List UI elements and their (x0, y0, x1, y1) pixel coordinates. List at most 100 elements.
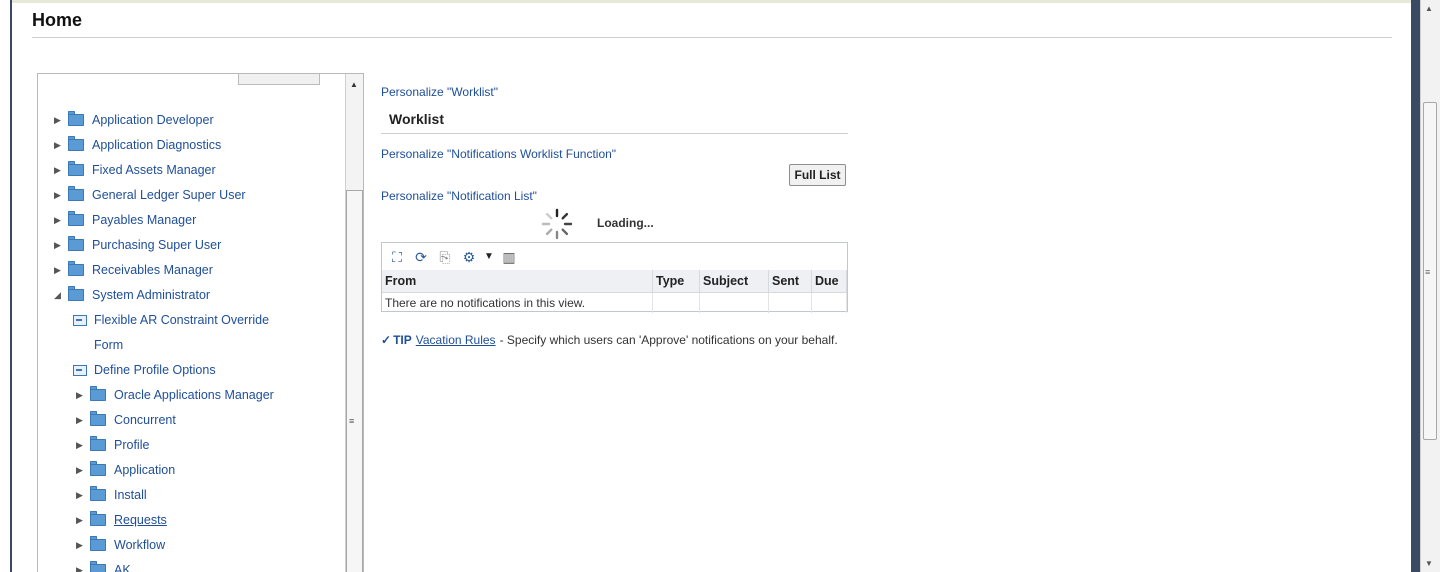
expand-caret-icon[interactable]: ▶ (76, 540, 90, 551)
function-icon (73, 314, 87, 326)
tree-item-requests[interactable]: ▶ Requests (76, 509, 167, 531)
tree-item-ak[interactable]: ▶ AK (76, 559, 131, 572)
window-right-border (1411, 0, 1420, 572)
expand-caret-icon[interactable]: ▶ (54, 190, 68, 201)
tree-item-label[interactable]: Workflow (114, 538, 165, 552)
vacation-rules-link[interactable]: Vacation Rules (416, 333, 496, 347)
tip-label: TIP (393, 333, 412, 347)
dropdown-icon[interactable]: ▼ (484, 248, 494, 266)
tree-item-label[interactable]: Oracle Applications Manager (114, 388, 274, 402)
folder-icon (90, 461, 106, 476)
expand-caret-icon[interactable]: ▶ (54, 140, 68, 151)
empty-cell (811, 292, 847, 313)
expand-caret-icon[interactable]: ▶ (54, 265, 68, 276)
tree-item-label[interactable]: Application Developer (92, 113, 214, 127)
expand-caret-icon[interactable]: ▶ (76, 465, 90, 476)
expand-caret-icon[interactable]: ▶ (54, 165, 68, 176)
tree-item-flexible-ar-constraint-override[interactable]: Flexible AR Constraint Override (73, 309, 269, 331)
expand-caret-icon[interactable]: ▶ (76, 390, 90, 401)
refresh-icon[interactable]: ⟳ (412, 248, 430, 266)
personalize-worklist-link[interactable]: Personalize "Worklist" (381, 85, 498, 99)
tree-item-payables-manager[interactable]: ▶ Payables Manager (54, 209, 196, 231)
title-divider (32, 37, 1392, 38)
expand-caret-icon[interactable]: ▶ (76, 440, 90, 451)
tree-item-label[interactable]: Install (114, 488, 147, 502)
expand-caret-icon[interactable]: ▶ (76, 515, 90, 526)
expand-caret-icon[interactable]: ▶ (76, 490, 90, 501)
collapse-caret-icon[interactable]: ◢ (54, 290, 68, 301)
expand-caret-icon[interactable]: ▶ (76, 565, 90, 572)
folder-icon (68, 261, 84, 276)
tree-item-label[interactable]: Define Profile Options (94, 363, 216, 377)
full-list-button[interactable]: Full List (789, 164, 846, 186)
tip-row: ✓ TIP Vacation Rules - Specify which use… (381, 333, 838, 347)
tree-item-install[interactable]: ▶ Install (76, 484, 147, 506)
expand-caret-icon[interactable]: ▶ (54, 115, 68, 126)
tree-item-label[interactable]: System Administrator (92, 288, 210, 302)
personalize-notification-list-link[interactable]: Personalize "Notification List" (381, 189, 537, 203)
loading-text: Loading... (597, 216, 654, 230)
folder-icon (68, 236, 84, 251)
folder-icon (68, 211, 84, 226)
notification-table: From Type Subject Sent Due There are no … (382, 270, 847, 313)
detach-icon[interactable]: ⛶ (388, 248, 406, 266)
tree-item-label[interactable]: Flexible AR Constraint Override (94, 313, 269, 327)
personalize-function-link[interactable]: Personalize "Notifications Worklist Func… (381, 147, 616, 161)
tree-item-general-ledger-super-user[interactable]: ▶ General Ledger Super User (54, 184, 246, 206)
window-left-border (0, 0, 12, 572)
scroll-down-arrow-icon[interactable]: ▼ (1425, 559, 1433, 568)
tree-item-label[interactable]: AK (114, 563, 131, 572)
navigator-scrollbar[interactable]: ▲ ≡ (345, 74, 363, 572)
tree-item-label[interactable]: Application (114, 463, 175, 477)
expand-caret-icon[interactable]: ▶ (54, 240, 68, 251)
loading-spinner-icon (541, 208, 573, 240)
column-header-subject[interactable]: Subject (699, 270, 769, 293)
personalize-button[interactable]: Personalize (238, 74, 320, 85)
tree-item-form-continuation[interactable]: Form (94, 334, 123, 356)
tree-item-concurrent[interactable]: ▶ Concurrent (76, 409, 176, 431)
folder-icon (68, 186, 84, 201)
empty-cell (768, 292, 812, 313)
grip-icon: ≡ (1425, 267, 1431, 277)
folder-icon (90, 411, 106, 426)
restore-icon[interactable]: ⎘ (436, 248, 454, 266)
navigator-panel: Personalize ▶ Application Developer ▶ Appl… (37, 73, 364, 572)
tree-item-system-administrator[interactable]: ◢ System Administrator (54, 284, 210, 306)
table-row: There are no notifications in this view. (382, 292, 847, 313)
tree-item-label[interactable]: Purchasing Super User (92, 238, 221, 252)
tree-item-purchasing-super-user[interactable]: ▶ Purchasing Super User (54, 234, 221, 256)
tree-item-fixed-assets-manager[interactable]: ▶ Fixed Assets Manager (54, 159, 216, 181)
folder-icon (90, 386, 106, 401)
columns-icon[interactable]: ▥ (500, 248, 518, 266)
tree-item-label[interactable]: Concurrent (114, 413, 176, 427)
tree-item-workflow[interactable]: ▶ Workflow (76, 534, 165, 556)
tree-item-label[interactable]: Form (94, 338, 123, 352)
tree-item-define-profile-options[interactable]: Define Profile Options (73, 359, 216, 381)
navigator-scroll-thumb[interactable] (346, 190, 363, 572)
page-scrollbar[interactable]: ▲ ≡ ▼ (1420, 0, 1440, 572)
column-header-type[interactable]: Type (652, 270, 700, 293)
scroll-up-arrow-icon[interactable]: ▲ (1425, 4, 1433, 13)
tree-item-label[interactable]: Payables Manager (92, 213, 196, 227)
expand-caret-icon[interactable]: ▶ (54, 215, 68, 226)
tree-item-receivables-manager[interactable]: ▶ Receivables Manager (54, 259, 213, 281)
tree-item-label[interactable]: Application Diagnostics (92, 138, 221, 152)
scroll-up-arrow-icon[interactable]: ▲ (350, 80, 358, 89)
tree-item-application[interactable]: ▶ Application (76, 459, 175, 481)
column-header-sent[interactable]: Sent (768, 270, 812, 293)
tree-item-label[interactable]: Fixed Assets Manager (92, 163, 216, 177)
tree-item-application-diagnostics[interactable]: ▶ Application Diagnostics (54, 134, 221, 156)
column-header-from[interactable]: From (382, 270, 653, 293)
tree-item-label[interactable]: General Ledger Super User (92, 188, 246, 202)
empty-message: There are no notifications in this view. (382, 292, 653, 313)
tree-item-label[interactable]: Requests (114, 513, 167, 527)
column-header-due[interactable]: Due (811, 270, 847, 293)
tree-item-oracle-applications-manager[interactable]: ▶ Oracle Applications Manager (76, 384, 274, 406)
tree-item-label[interactable]: Receivables Manager (92, 263, 213, 277)
tree-item-label[interactable]: Profile (114, 438, 149, 452)
gear-icon[interactable]: ⚙ (460, 248, 478, 266)
tree-item-application-developer[interactable]: ▶ Application Developer (54, 109, 214, 131)
tree-item-profile[interactable]: ▶ Profile (76, 434, 149, 456)
expand-caret-icon[interactable]: ▶ (76, 415, 90, 426)
folder-icon (68, 161, 84, 176)
